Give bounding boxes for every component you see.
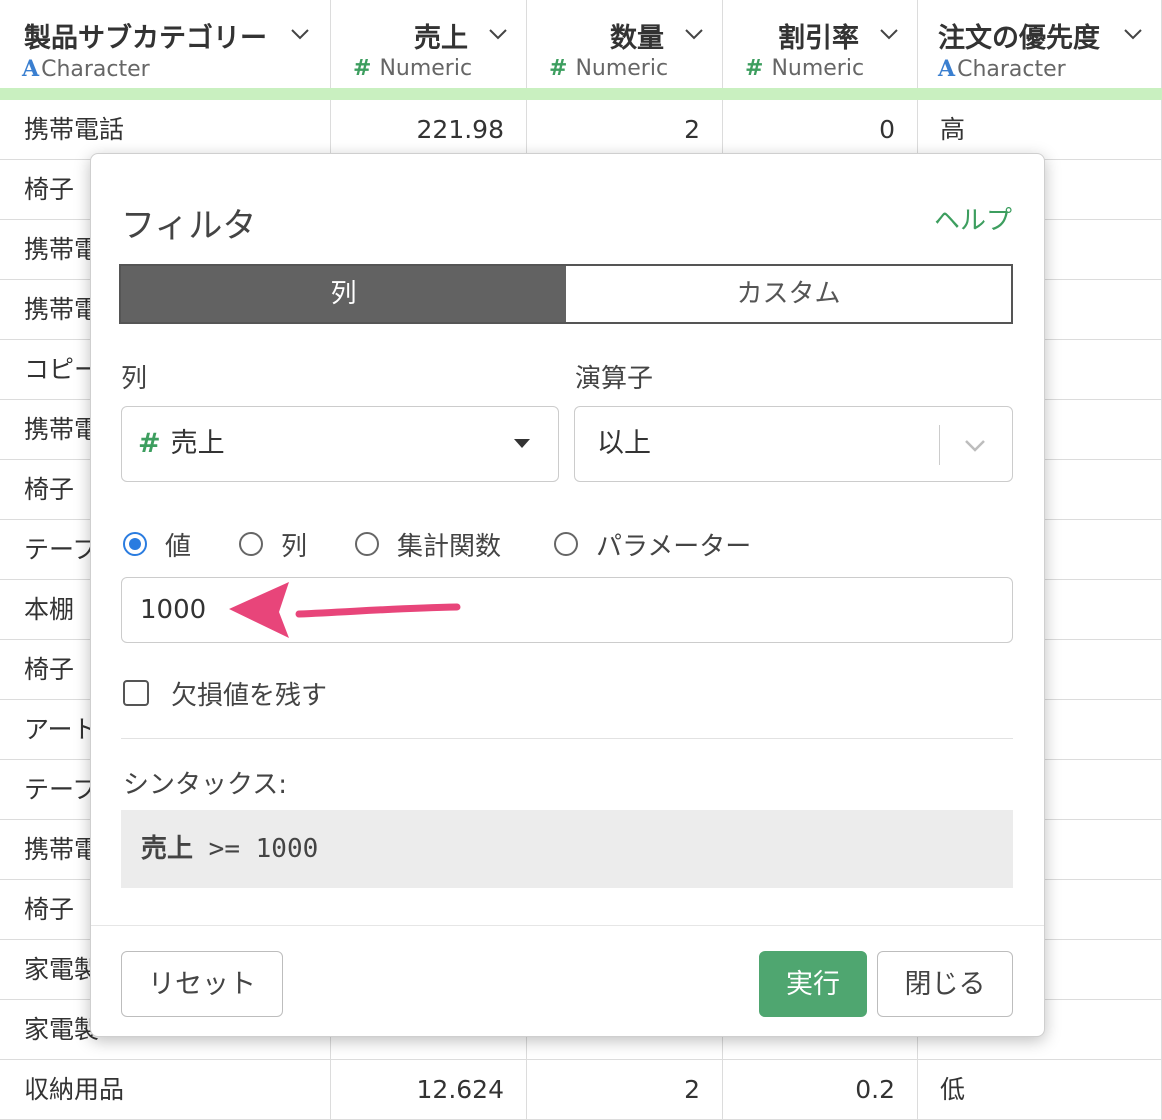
table-row: 収納用品 12.624 2 0.2 低 — [0, 1060, 1162, 1120]
column-header-name: 製品サブカテゴリー — [24, 23, 267, 54]
numeric-type-icon: # — [138, 428, 161, 459]
annotation-arrow-icon — [229, 582, 461, 638]
radio-value[interactable]: 値 — [123, 524, 191, 564]
operator-label: 演算子 — [575, 364, 654, 394]
column-header[interactable]: 売上 # Numeric — [331, 0, 527, 88]
radio-column[interactable]: 列 — [239, 524, 307, 564]
column-type-text: Numeric — [575, 56, 669, 81]
syntax-expression: >= 1000 — [208, 834, 319, 864]
close-button[interactable]: 閉じる — [877, 951, 1013, 1017]
column-type-label: ACharacter — [938, 56, 1066, 82]
column-type-text: Numeric — [771, 56, 865, 81]
character-type-icon: A — [22, 56, 40, 82]
syntax-label: シンタックス: — [123, 770, 287, 800]
column-type-text: Character — [41, 57, 150, 82]
reset-button[interactable]: リセット — [121, 951, 283, 1017]
radio-value-label: 値 — [165, 531, 192, 562]
column-header-name: 売上 — [414, 23, 468, 54]
column-type-label: # Numeric — [745, 56, 864, 81]
radio-parameter[interactable]: パラメーター — [554, 524, 751, 564]
checkbox-unchecked-icon — [123, 680, 149, 706]
numeric-type-icon: # — [353, 56, 372, 81]
table-cell: 低 — [918, 1060, 1162, 1120]
column-type-label: # Numeric — [549, 56, 668, 81]
chevron-down-icon[interactable] — [486, 24, 510, 44]
radio-aggregate[interactable]: 集計関数 — [355, 524, 501, 564]
table-cell: 0.2 — [723, 1060, 918, 1120]
operator-select[interactable]: 以上 — [574, 406, 1013, 482]
keep-na-checkbox[interactable]: 欠損値を残す — [123, 675, 327, 711]
header-quality-bar — [0, 88, 1162, 100]
column-header-name: 割引率 — [778, 23, 859, 54]
radio-unchecked-icon — [239, 532, 263, 556]
radio-aggregate-label: 集計関数 — [397, 531, 502, 562]
keep-na-label: 欠損値を残す — [171, 680, 328, 711]
column-label: 列 — [121, 364, 148, 394]
operator-select-text: 以上 — [597, 428, 651, 459]
chevron-down-icon[interactable] — [1121, 24, 1145, 44]
chevron-down-icon[interactable] — [877, 24, 901, 44]
table-cell: 2 — [527, 100, 723, 160]
filter-mode-toggle: 列 カスタム — [119, 264, 1013, 324]
radio-unchecked-icon — [554, 532, 578, 556]
run-button[interactable]: 実行 — [759, 951, 867, 1017]
filter-dialog: フィルタ ヘルプ 列 カスタム 列 演算子 # 売上 以上 値 列 集計関数 パ… — [90, 153, 1045, 1037]
column-header-name: 数量 — [610, 23, 664, 54]
character-type-icon: A — [938, 56, 956, 82]
tab-column[interactable]: 列 — [121, 266, 566, 322]
numeric-type-icon: # — [549, 56, 568, 81]
syntax-column: 売上 — [141, 834, 194, 864]
radio-unchecked-icon — [355, 532, 379, 556]
divider — [121, 738, 1013, 739]
column-header[interactable]: 数量 # Numeric — [527, 0, 723, 88]
caret-down-icon — [514, 439, 530, 448]
dialog-title: フィルタ — [121, 206, 257, 246]
column-type-text: Numeric — [379, 56, 473, 81]
column-select-value: # 売上 — [138, 407, 225, 481]
table-cell: 携帯電話 — [0, 100, 331, 160]
tab-custom[interactable]: カスタム — [566, 266, 1011, 322]
table-cell: 0 — [723, 100, 918, 160]
column-header[interactable]: 製品サブカテゴリー ACharacter — [0, 0, 331, 88]
radio-column-label: 列 — [281, 531, 308, 562]
table-cell: 高 — [918, 100, 1162, 160]
numeric-type-icon: # — [745, 56, 764, 81]
syntax-preview: 売上 >= 1000 — [121, 810, 1013, 888]
chevron-down-icon — [965, 440, 985, 452]
table-cell: 収納用品 — [0, 1060, 331, 1120]
column-select-text: 売上 — [170, 428, 225, 459]
column-header[interactable]: 注文の優先度 ACharacter — [918, 0, 1162, 88]
radio-checked-icon — [123, 532, 147, 556]
column-type-text: Character — [957, 57, 1066, 82]
grid-header: 製品サブカテゴリー ACharacter 売上 # Numeric 数量 # Numeric 割… — [0, 0, 1162, 88]
table-cell: 12.624 — [331, 1060, 527, 1120]
column-type-label: ACharacter — [22, 56, 150, 82]
chevron-down-icon[interactable] — [682, 24, 706, 44]
column-type-label: # Numeric — [353, 56, 472, 81]
column-header[interactable]: 割引率 # Numeric — [723, 0, 918, 88]
select-separator — [939, 425, 940, 465]
column-header-name: 注文の優先度 — [938, 23, 1100, 54]
table-cell: 2 — [527, 1060, 723, 1120]
column-select[interactable]: # 売上 — [121, 406, 559, 482]
chevron-down-icon[interactable] — [288, 24, 312, 44]
radio-parameter-label: パラメーター — [596, 531, 752, 562]
table-row: 携帯電話 221.98 2 0 高 — [0, 100, 1162, 160]
footer-divider — [91, 925, 1044, 926]
table-cell: 221.98 — [331, 100, 527, 160]
help-link[interactable]: ヘルプ — [934, 200, 1012, 237]
